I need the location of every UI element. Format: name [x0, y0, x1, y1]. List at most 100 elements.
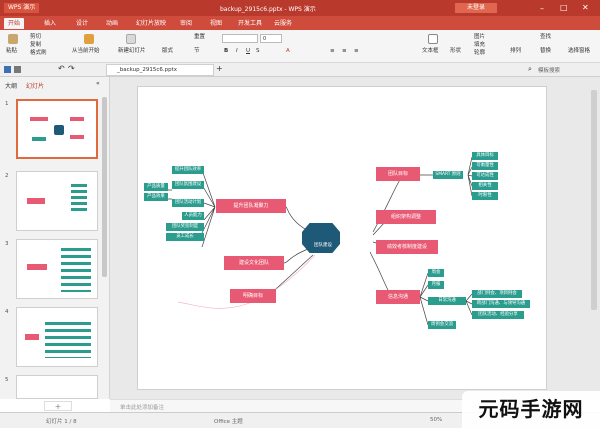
redo-icon[interactable]: ↷: [68, 64, 75, 73]
tab-cloud[interactable]: 云服务: [272, 19, 294, 28]
left-outer-2[interactable]: 产品效果: [144, 193, 168, 201]
font-name-box[interactable]: [222, 34, 258, 43]
new-slide-icon[interactable]: [126, 34, 136, 44]
section-button[interactable]: 节: [194, 48, 200, 55]
branch-right-3-label: 绩效考核制度建设: [386, 244, 427, 250]
login-button[interactable]: 未登录: [455, 3, 498, 13]
comm-child-3[interactable]: 日常沟通: [428, 297, 466, 305]
align-right-button[interactable]: ≡: [354, 48, 359, 55]
left-child-4[interactable]: 人员能力: [182, 212, 204, 220]
left-outer-1[interactable]: 产品质量: [144, 183, 168, 191]
branch-left-1[interactable]: 提升团队凝聚力: [216, 199, 286, 213]
branch-left-2[interactable]: 建设文化团队: [224, 256, 284, 270]
fill-button[interactable]: 填充: [474, 42, 485, 49]
new-tab-icon[interactable]: +: [216, 64, 223, 73]
text-box-icon[interactable]: [428, 34, 438, 44]
file-tab[interactable]: _backup_2915c6.pptx: [106, 64, 214, 76]
font-size-box[interactable]: 0: [260, 34, 282, 43]
comm-child-4[interactable]: 周例会交流: [428, 321, 456, 329]
undo-icon[interactable]: ↶: [58, 64, 65, 73]
comm-child-2[interactable]: 月报: [428, 281, 444, 289]
current-slide[interactable]: 团队建设 提升团队凝聚力 建设文化团队 明确目标 提升团队效率 团队氛围建设 团…: [137, 86, 547, 390]
tab-view[interactable]: 视图: [208, 19, 224, 28]
tab-animation[interactable]: 动画: [104, 19, 120, 28]
left-child-2[interactable]: 团队氛围建设: [172, 181, 204, 189]
branch-left-3-label: 明确目标: [242, 293, 263, 299]
tab-outline[interactable]: 大纲: [5, 81, 17, 90]
branch-right-3[interactable]: 绩效考核制度建设: [376, 240, 438, 254]
outline-button[interactable]: 轮廓: [474, 50, 485, 57]
search-icon[interactable]: ⌕: [528, 65, 532, 74]
slide-thumbnail-3[interactable]: [16, 239, 98, 299]
italic-button[interactable]: I: [236, 48, 238, 55]
panel-scrollbar[interactable]: [102, 97, 107, 277]
right-child-2[interactable]: 可衡量性: [472, 162, 498, 170]
right-child-5[interactable]: 时限性: [472, 192, 498, 200]
close-icon[interactable]: ✕: [582, 3, 589, 12]
left-child-6[interactable]: 员工成长: [166, 233, 204, 241]
bold-button[interactable]: B: [224, 48, 228, 55]
left-child-3[interactable]: 团队活动计划: [172, 199, 204, 207]
align-left-button[interactable]: ≡: [330, 48, 335, 55]
print-icon[interactable]: [14, 66, 21, 73]
play-icon[interactable]: [84, 34, 94, 44]
paste-icon[interactable]: [8, 34, 18, 44]
slide-thumbnail-1[interactable]: [16, 99, 98, 159]
right-child-1[interactable]: 具体目标: [472, 152, 498, 160]
format-painter-button[interactable]: 格式刷: [30, 50, 47, 57]
left-child-5[interactable]: 团队奖惩制度: [166, 223, 204, 231]
canvas-scrollbar[interactable]: [591, 90, 597, 310]
add-slide-button[interactable]: +: [44, 401, 72, 411]
shape-button[interactable]: 形状: [450, 48, 461, 55]
align-center-button[interactable]: ≡: [342, 48, 347, 55]
slide-panel: 大纲 幻灯片 « 1 2 3 4 5: [0, 77, 110, 399]
font-color-button[interactable]: A: [286, 48, 290, 55]
tab-slideshow[interactable]: 幻灯片放映: [134, 19, 168, 28]
branch-right-4[interactable]: 信息沟通: [376, 290, 420, 304]
right-child-4[interactable]: 相关性: [472, 182, 498, 190]
zoom-level[interactable]: 50%: [430, 417, 442, 423]
comm-sub-3[interactable]: 团队活动、经验分享: [472, 311, 524, 319]
right-child-3[interactable]: 可达成性: [472, 172, 498, 180]
app-logo[interactable]: WPS 演示: [4, 3, 40, 13]
text-box-button[interactable]: 文本框: [422, 48, 439, 55]
tab-slides[interactable]: 幻灯片: [26, 81, 44, 90]
save-icon[interactable]: [4, 66, 11, 73]
tab-home[interactable]: 开始: [4, 18, 25, 29]
branch-left-3[interactable]: 明确目标: [230, 289, 276, 303]
maximize-icon[interactable]: □: [560, 3, 568, 12]
copy-button[interactable]: 复制: [30, 42, 41, 49]
panel-collapse-icon[interactable]: «: [96, 80, 100, 87]
new-slide-button[interactable]: 新建幻灯片: [118, 48, 146, 55]
paste-button[interactable]: 粘贴: [6, 48, 17, 55]
tab-insert[interactable]: 插入: [42, 19, 58, 28]
strikethrough-button[interactable]: S: [256, 48, 260, 55]
tab-developer[interactable]: 开发工具: [236, 19, 264, 28]
from-current-button[interactable]: 从当前开始: [72, 48, 100, 55]
branch-right-2[interactable]: 组织架构调整: [376, 210, 436, 224]
find-button[interactable]: 查找: [540, 34, 551, 41]
branch-right-1[interactable]: 团队目标: [376, 167, 420, 181]
tab-review[interactable]: 审阅: [178, 19, 194, 28]
underline-button[interactable]: U: [246, 48, 250, 55]
slide-thumbnail-5[interactable]: [16, 375, 98, 399]
branch-left-2-label: 建设文化团队: [238, 260, 269, 266]
reset-button[interactable]: 重置: [194, 34, 205, 41]
arrange-button[interactable]: 排列: [510, 48, 521, 55]
minimize-icon[interactable]: –: [540, 4, 544, 13]
right-mid-smart[interactable]: SMART 原则: [433, 171, 463, 179]
replace-button[interactable]: 替换: [540, 48, 551, 55]
template-search[interactable]: 模板搜索: [538, 66, 560, 74]
tab-design[interactable]: 设计: [74, 19, 90, 28]
cut-button[interactable]: 剪切: [30, 34, 41, 41]
layout-button[interactable]: 版式: [162, 48, 173, 55]
select-pane-button[interactable]: 选择窗格: [568, 48, 590, 55]
slide-thumbnail-2[interactable]: [16, 171, 98, 231]
comm-sub-2[interactable]: 跨部门沟通、与领导沟通: [472, 300, 530, 308]
slide-thumbnail-4[interactable]: [16, 307, 98, 367]
comm-sub-1[interactable]: 部门例会、项目例会: [472, 290, 522, 298]
slide-number: 2: [5, 173, 9, 179]
comm-child-1[interactable]: 周会: [428, 269, 444, 277]
picture-button[interactable]: 图片: [474, 34, 485, 41]
left-child-1[interactable]: 提升团队效率: [172, 166, 204, 174]
